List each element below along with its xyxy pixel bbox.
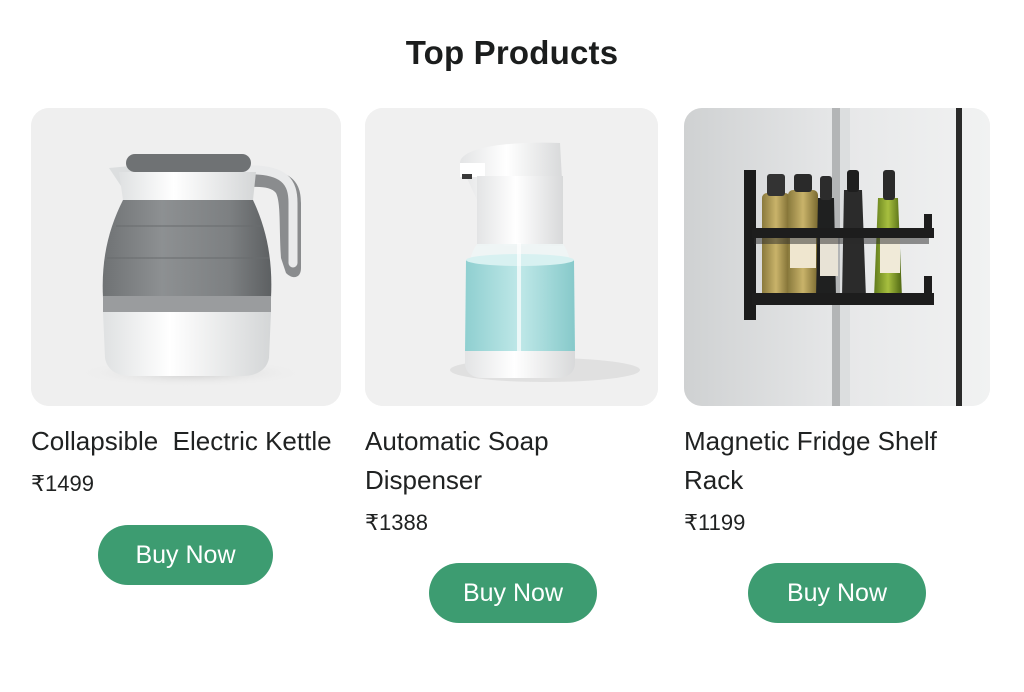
product-card-fridge-shelf: Magnetic Fridge Shelf Rack ₹1199 <box>684 108 990 536</box>
product-name: Automatic Soap Dispenser <box>365 426 549 495</box>
product-card-kettle: Collapsible Electric Kettle ₹1499 <box>31 108 341 497</box>
buy-now-button-kettle[interactable]: Buy Now <box>98 525 273 585</box>
fridge-shelf-rack-image[interactable] <box>684 108 990 406</box>
collapsible-kettle-image[interactable] <box>31 108 341 406</box>
top-products-page: Top Products Collapsible Electric Kettle… <box>0 0 1024 692</box>
page-title: Top Products <box>405 34 619 71</box>
product-name: Collapsible Electric Kettle <box>31 426 332 456</box>
product-card-soap-dispenser: Automatic Soap Dispenser ₹1388 <box>365 108 658 536</box>
product-name: Magnetic Fridge Shelf Rack <box>684 426 937 495</box>
soap-dispenser-image[interactable] <box>365 108 658 406</box>
product-price: ₹1388 <box>365 510 428 535</box>
product-price: ₹1499 <box>31 471 94 496</box>
buy-now-button-fridge-shelf[interactable]: Buy Now <box>748 563 926 623</box>
buy-now-button-soap-dispenser[interactable]: Buy Now <box>429 563 597 623</box>
product-price: ₹1199 <box>684 510 746 535</box>
